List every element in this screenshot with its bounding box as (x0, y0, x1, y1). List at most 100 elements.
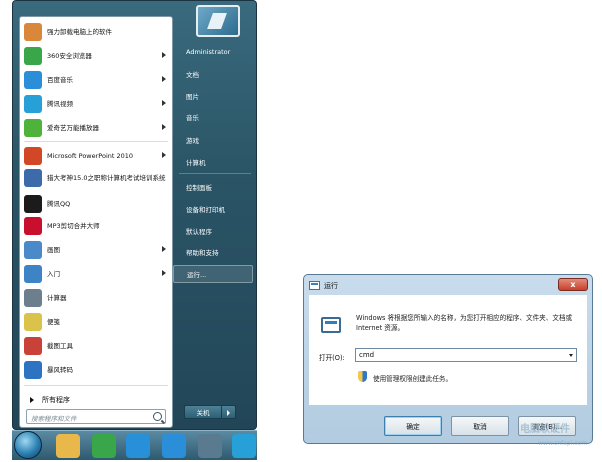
submenu-arrow-icon[interactable] (162, 270, 166, 276)
search-input[interactable]: 搜索程序和文件 (26, 409, 166, 424)
search-placeholder: 搜索程序和文件 (31, 415, 77, 423)
exam-system-icon (24, 169, 42, 187)
expand-arrow-icon (30, 397, 34, 403)
powerpoint-icon (24, 147, 42, 165)
program-label: MP3剪切合并大师 (47, 222, 100, 230)
shutdown-button[interactable]: 关机 (184, 405, 222, 419)
media-player-taskbar-icon[interactable] (126, 434, 150, 458)
program-label: 暴风转码 (47, 366, 73, 374)
program-item[interactable]: 百度音乐 (22, 69, 170, 91)
dropdown-arrow-icon[interactable] (569, 354, 573, 357)
program-item[interactable]: 便笺 (22, 311, 170, 333)
submenu-arrow-icon[interactable] (162, 100, 166, 106)
browser-360-taskbar-icon[interactable] (92, 434, 116, 458)
start-menu-link[interactable]: 设备和打印机 (173, 200, 253, 218)
start-menu-link[interactable]: 图片 (173, 87, 253, 105)
submenu-arrow-icon[interactable] (162, 246, 166, 252)
browser-360-icon (24, 47, 42, 65)
start-menu-link[interactable]: 音乐 (173, 108, 253, 126)
iqiyi-player-icon (24, 119, 42, 137)
start-menu-link[interactable]: 控制面板 (173, 178, 253, 196)
run-program-icon (321, 317, 341, 333)
watermark-url: www.cnfapi.com (538, 440, 588, 447)
program-label: 腾讯QQ (47, 200, 71, 208)
open-input-value: cmd (359, 351, 375, 359)
uninstall-icon (24, 23, 42, 41)
program-item[interactable]: MP3剪切合并大师 (22, 215, 170, 237)
mp3-cut-icon (24, 217, 42, 235)
calculator-taskbar-icon[interactable] (198, 434, 222, 458)
submenu-arrow-icon[interactable] (162, 76, 166, 82)
cancel-button[interactable]: 取消 (451, 416, 509, 436)
qq-icon (24, 195, 42, 213)
program-label: 爱奇艺万能播放器 (47, 124, 99, 132)
right-pane-divider (179, 173, 251, 174)
program-label: 计算器 (47, 294, 67, 302)
program-item[interactable]: 腾讯QQ (22, 193, 170, 215)
admin-note: 使用管理权限创建此任务。 (373, 375, 453, 383)
program-item[interactable]: 暴风转码 (22, 359, 170, 381)
sticky-notes-icon (24, 313, 42, 331)
program-label: 腾讯视频 (47, 100, 73, 108)
submenu-arrow-icon[interactable] (162, 152, 166, 158)
submenu-arrow-icon[interactable] (162, 124, 166, 130)
program-label: 强力卸载电脑上的软件 (47, 28, 112, 36)
taskbar (12, 430, 257, 460)
storm-codec-icon (24, 361, 42, 379)
search-icon[interactable] (153, 412, 162, 421)
run-title-icon (309, 281, 320, 290)
start-menu-link[interactable]: 帮助和支持 (173, 243, 253, 261)
program-item[interactable]: 360安全浏览器 (22, 45, 170, 67)
program-label: 入门 (47, 270, 60, 278)
start-menu-link[interactable]: 默认程序 (173, 222, 253, 240)
start-menu: 所有程序 搜索程序和文件 强力卸载电脑上的软件 360安全浏览器 百度音乐腾讯视频爱… (12, 0, 257, 430)
uac-shield-icon (358, 371, 367, 382)
start-menu-link[interactable]: 游戏 (173, 131, 253, 149)
program-label: 画图 (47, 246, 60, 254)
all-programs-button[interactable]: 所有程序 (22, 390, 170, 410)
run-dialog-title: 运行 (324, 282, 338, 290)
menu-divider (24, 385, 168, 386)
shutdown-options-arrow-icon[interactable] (222, 405, 236, 419)
program-item[interactable]: 截图工具 (22, 335, 170, 357)
program-label: 截图工具 (47, 342, 73, 350)
program-item[interactable]: 腾讯视频 (22, 93, 170, 115)
program-item[interactable]: 画图 (22, 239, 170, 261)
program-label: Microsoft PowerPoint 2010 (47, 152, 134, 160)
start-menu-link[interactable]: 文档 (173, 65, 253, 83)
menu-divider (24, 141, 168, 142)
file-explorer-icon[interactable] (56, 434, 80, 458)
close-button[interactable]: x (558, 278, 588, 291)
baidu-music-taskbar-icon[interactable] (162, 434, 186, 458)
paint-icon (24, 241, 42, 259)
tencent-video-icon (24, 95, 42, 113)
start-menu-program-list: 所有程序 搜索程序和文件 强力卸载电脑上的软件 360安全浏览器 百度音乐腾讯视频爱… (19, 16, 173, 428)
run-description: Windows 将根据您所输入的名称，为您打开相应的程序、文件夹、文档或 Int… (356, 314, 573, 332)
snipping-tool-icon (24, 337, 42, 355)
start-menu-link[interactable]: 运行... (173, 265, 253, 283)
program-item[interactable]: 计算器 (22, 287, 170, 309)
program-label: 便笺 (47, 318, 60, 326)
open-label: 打开(O): (319, 354, 345, 362)
submenu-arrow-icon[interactable] (162, 52, 166, 58)
tencent-video-taskbar-icon[interactable] (232, 434, 256, 458)
start-orb-icon[interactable] (14, 431, 42, 459)
program-label: 百度音乐 (47, 76, 73, 84)
program-item[interactable]: 爱奇艺万能播放器 (22, 117, 170, 139)
getting-started-icon (24, 265, 42, 283)
start-menu-link[interactable]: Administrator (173, 43, 253, 61)
start-menu-link[interactable]: 计算机 (173, 153, 253, 171)
program-item[interactable]: 强力卸载电脑上的软件 (22, 21, 170, 43)
run-dialog: 运行 x Windows 将根据您所输入的名称，为您打开相应的程序、文件夹、文档… (303, 274, 593, 444)
run-dialog-body: Windows 将根据您所输入的名称，为您打开相应的程序、文件夹、文档或 Int… (309, 295, 587, 405)
shutdown-control: 关机 (184, 405, 238, 419)
open-input[interactable]: cmd (355, 348, 577, 362)
program-item[interactable]: 入门 (22, 263, 170, 285)
program-item[interactable]: 猎大考神15.0之职称计算机考试培训系统 (22, 167, 170, 189)
watermark: 电脑软硬件 (520, 424, 570, 435)
ok-button[interactable]: 确定 (384, 416, 442, 436)
program-label: 360安全浏览器 (47, 52, 92, 60)
calculator-icon (24, 289, 42, 307)
user-avatar[interactable] (196, 5, 240, 37)
program-item[interactable]: Microsoft PowerPoint 2010 (22, 145, 170, 167)
